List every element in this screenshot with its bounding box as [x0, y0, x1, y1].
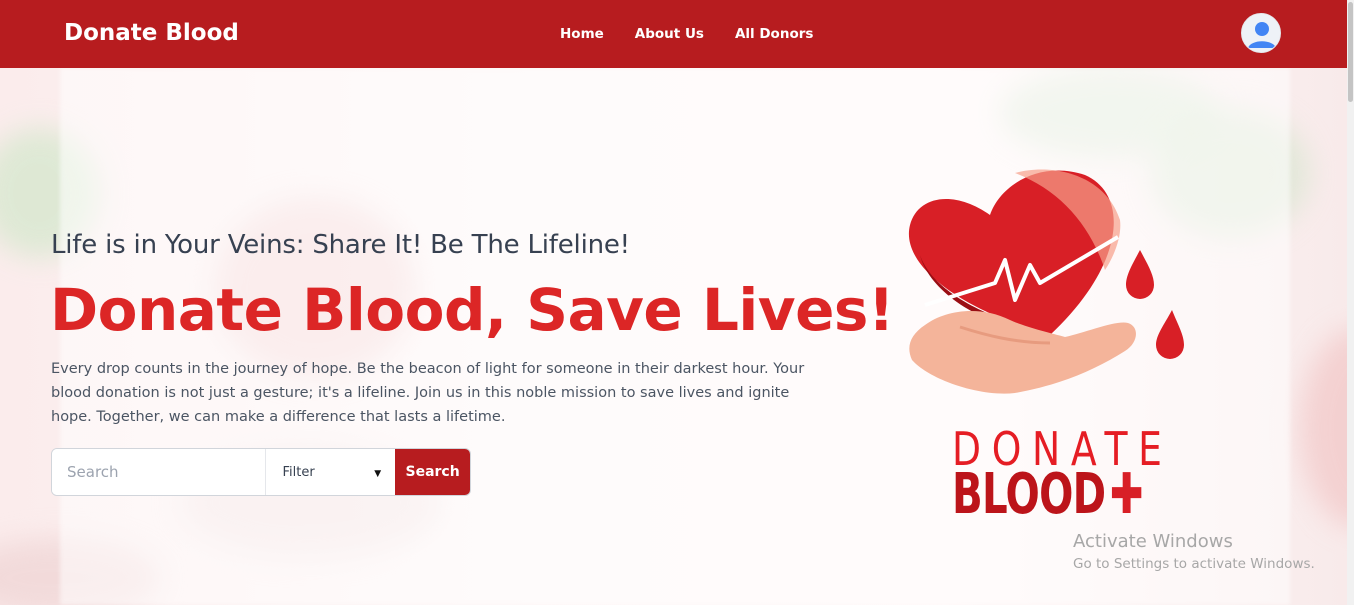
- scrollbar[interactable]: [1347, 0, 1354, 605]
- bg-red-blur-right: [1300, 328, 1354, 528]
- scrollbar-thumb[interactable]: [1348, 2, 1353, 102]
- nav-link-all-donors[interactable]: All Donors: [735, 26, 813, 42]
- search-input[interactable]: [52, 449, 266, 495]
- search-bar: Filter ▼ Search: [51, 448, 471, 496]
- search-button[interactable]: Search: [395, 449, 470, 495]
- brand-logo[interactable]: Donate Blood: [64, 20, 239, 46]
- nav-link-home[interactable]: Home: [560, 26, 604, 42]
- activate-windows-subtitle: Go to Settings to activate Windows.: [1073, 556, 1315, 572]
- filter-label: Filter: [282, 464, 315, 480]
- nav-links: Home About Us All Donors: [560, 26, 844, 42]
- hero-headline: Donate Blood, Save Lives!: [50, 276, 894, 344]
- navbar: Donate Blood Home About Us All Donors: [0, 0, 1354, 68]
- hero-description: Every drop counts in the journey of hope…: [51, 361, 805, 425]
- logo-text-blood-label: BLOOD: [952, 462, 1106, 527]
- hero-tagline: Life is in Your Veins: Share It! Be The …: [51, 230, 630, 260]
- filter-select[interactable]: Filter ▼: [265, 449, 395, 495]
- user-avatar-icon[interactable]: [1241, 13, 1281, 53]
- activate-windows-title: Activate Windows: [1073, 531, 1233, 552]
- medical-cross-icon: ✚: [1109, 462, 1144, 527]
- caret-down-icon: ▼: [374, 469, 382, 479]
- nav-link-about-us[interactable]: About Us: [635, 26, 704, 42]
- logo-text-blood: BLOOD✚: [952, 462, 1144, 527]
